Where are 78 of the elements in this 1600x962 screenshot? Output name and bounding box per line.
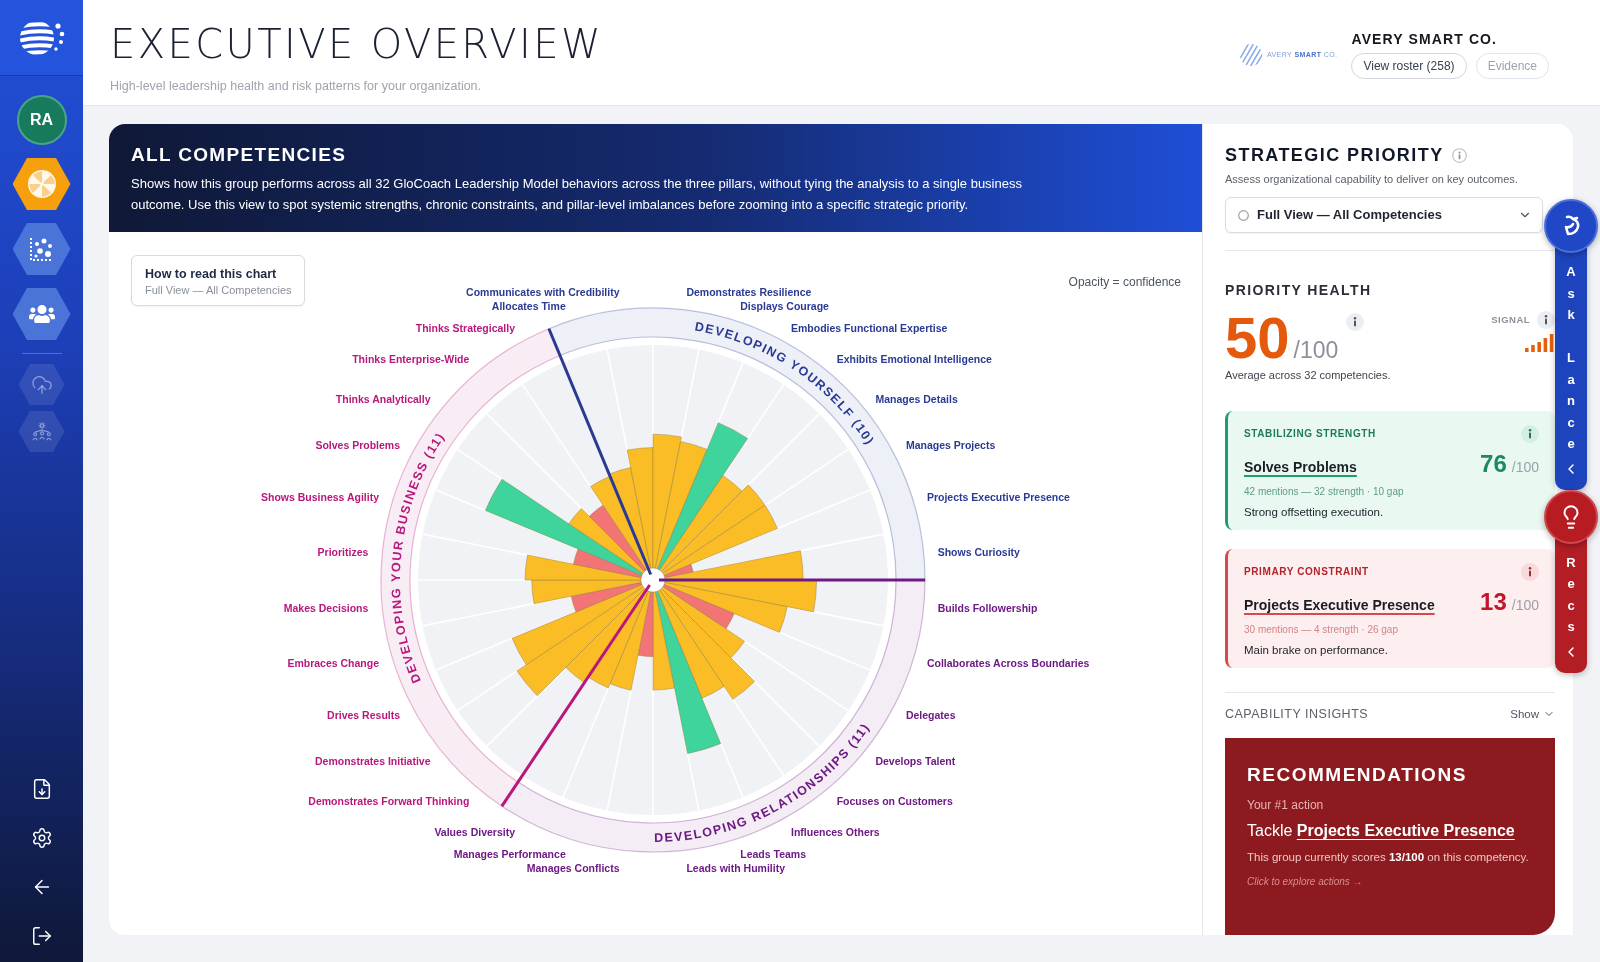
header-button[interactable]: View roster (258): [1351, 53, 1467, 79]
health-score-scale: /100: [1293, 336, 1339, 364]
user-avatar[interactable]: RA: [16, 95, 67, 145]
axis-label: Collaborates Across Boundaries: [926, 657, 1090, 669]
card-note: Strong offsetting execution.: [1244, 505, 1385, 519]
axis-label: Shows Curiosity: [937, 545, 1020, 558]
axis-label: Communicates with Credibility: [466, 286, 620, 299]
opacity-note: Opacity = confidence: [1068, 274, 1181, 290]
competency-link[interactable]: Projects Executive Presence: [1244, 595, 1435, 615]
card-score: 13: [1480, 591, 1507, 613]
recommendations-title: RECOMMENDATIONS: [1247, 763, 1468, 787]
signal-label: SIGNAL: [1491, 314, 1530, 326]
card-note: Main brake on performance.: [1244, 643, 1389, 657]
panel-title: STRATEGIC PRIORITY: [1225, 144, 1444, 166]
card-score-scale: /100: [1511, 596, 1539, 614]
health-title: PRIORITY HEALTH: [1225, 281, 1373, 299]
page-subtitle: High-level leadership health and risk patterns for your organization.: [110, 78, 483, 94]
insights-toggle[interactable]: Show: [1510, 707, 1555, 721]
axis-label: Allocates Time: [491, 300, 566, 313]
card-label: STABILIZING STRENGTH: [1244, 428, 1376, 440]
axis-label: Builds Followership: [937, 602, 1038, 615]
hatched-circle-logo-icon: [1238, 42, 1263, 67]
chart-guide-button[interactable]: How to read this chart Full View — All Competencies: [131, 255, 305, 306]
axis-label: Embodies Functional Expertise: [791, 321, 948, 334]
axis-label: Influences Others: [791, 826, 880, 839]
info-icon[interactable]: [1521, 425, 1539, 443]
axis-label: Leads Teams: [740, 847, 807, 860]
card-score: 76: [1480, 453, 1507, 475]
axis-label: Develops Talent: [875, 755, 956, 768]
pie-chart-icon: [26, 169, 57, 199]
axis-label: Prioritizes: [317, 545, 369, 558]
axis-label: Shows Business Agility: [261, 491, 380, 503]
health-caption: Average across 32 competencies.: [1225, 368, 1392, 382]
radio-circle-icon: [1238, 209, 1249, 221]
axis-label: Projects Executive Presence: [926, 491, 1070, 503]
cloud-upload-icon: [30, 373, 53, 396]
team-gear-icon: [30, 420, 53, 443]
card-stats: 42 mentions — 32 strength · 10 gap: [1244, 485, 1405, 498]
axis-label: Manages Details: [875, 392, 958, 405]
axis-label: Manages Projects: [905, 439, 996, 452]
panel-subtitle: Assess organizational capability to deliver on key outcomes.: [1225, 172, 1519, 186]
signal-bars-icon: [1525, 334, 1555, 352]
axis-label: Manages Conflicts: [526, 861, 620, 874]
recommended-action: Tackle Projects Executive Presence: [1247, 821, 1516, 841]
info-icon[interactable]: [1346, 313, 1365, 331]
info-icon[interactable]: [1537, 311, 1555, 329]
axis-label: Makes Decisions: [283, 602, 369, 615]
recommendations-eyebrow: Your #1 action: [1247, 797, 1325, 813]
axis-label: Drives Results: [327, 708, 401, 721]
insights-title: CAPABILITY INSIGHTS: [1225, 706, 1369, 722]
info-icon[interactable]: [1521, 563, 1539, 581]
recommendations-tab[interactable]: Recs: [1555, 538, 1587, 673]
page-title: EXECUTIVE OVERVIEW: [110, 20, 603, 68]
axis-label: Leads with Humility: [686, 861, 786, 874]
card-score-scale: /100: [1511, 458, 1539, 476]
axis-label: Embraces Change: [287, 657, 380, 669]
banner-title: ALL COMPETENCIES: [131, 143, 348, 167]
competency-link[interactable]: Solves Problems: [1244, 457, 1357, 477]
priority-select[interactable]: Full View — All Competencies: [1225, 197, 1543, 233]
axis-label: Delegates: [905, 708, 956, 721]
axis-label: Thinks Strategically: [415, 321, 515, 334]
axis-label: Displays Courage: [740, 300, 829, 313]
axis-label: Solves Problems: [315, 439, 401, 452]
axis-label: Thinks Analytically: [335, 392, 431, 405]
axis-label: Demonstrates Initiative: [315, 755, 431, 768]
ask-lance-tab[interactable]: Ask Lance: [1555, 248, 1587, 490]
axis-label: Manages Performance: [453, 847, 566, 860]
settings-icon[interactable]: [30, 827, 53, 849]
recommendation-detail: This group currently scores 13/100 on this competency.: [1247, 850, 1530, 865]
card-stats: 30 mentions — 4 strength · 26 gap: [1244, 623, 1399, 636]
axis-label: Demonstrates Resilience: [686, 286, 812, 299]
banner-description: Shows how this group performs across all 32 GloCoach Leadership Model behaviors across the three pillars, without tying the analysis to a single business outcome. Use this view to spot systemic strengths, chronic constraints, and pillar-level imbalances before zooming into a specific strategic priority.: [131, 175, 1023, 214]
card-label: PRIMARY CONSTRAINT: [1244, 566, 1369, 578]
axis-label: Values Diversity: [434, 826, 515, 839]
company-name: AVERY SMART CO.: [1351, 30, 1498, 48]
health-score: 50: [1225, 311, 1290, 365]
explore-actions-link[interactable]: Click to explore actions →: [1247, 875, 1363, 889]
logout-icon[interactable]: [30, 925, 53, 947]
